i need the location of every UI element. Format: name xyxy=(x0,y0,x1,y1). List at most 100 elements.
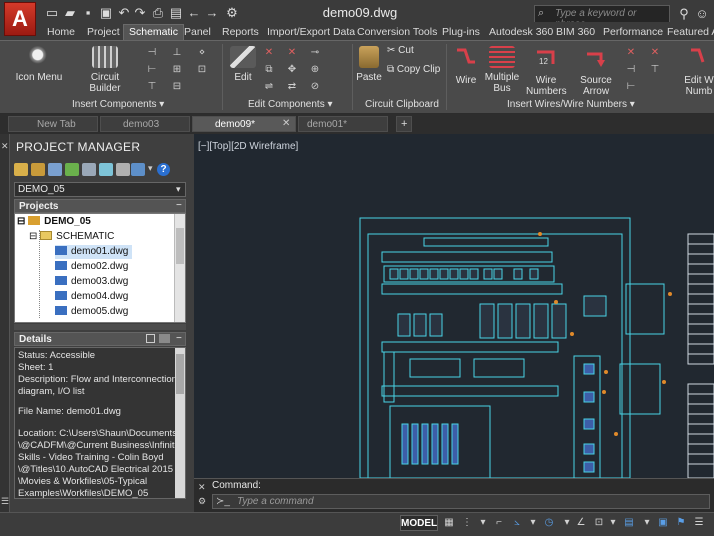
paste-button[interactable]: Paste xyxy=(354,46,384,83)
undo-icon[interactable]: ↶ xyxy=(116,5,132,21)
scoot-icon[interactable]: ✕ xyxy=(285,47,299,59)
annotation-scale-icon[interactable]: ⚑ xyxy=(674,516,688,530)
customization-icon[interactable]: ☰ xyxy=(692,516,706,530)
new-tab-plus-button[interactable]: + xyxy=(396,116,412,132)
tab-conversion-tools[interactable]: Conversion Tools xyxy=(357,26,437,40)
save-as-icon[interactable]: ▣ xyxy=(98,5,114,21)
redo-icon[interactable]: ↷ xyxy=(132,5,148,21)
dropdown-icon[interactable]: ▾ xyxy=(526,516,540,530)
binoculars-icon[interactable]: ⚲ xyxy=(676,6,692,22)
project-select[interactable]: DEMO_05 xyxy=(14,182,186,197)
copy-clip-button[interactable]: ⧉ Copy Clip xyxy=(387,64,440,75)
small-tool-icon[interactable]: ⊢ xyxy=(145,64,159,76)
new-icon[interactable]: ▭ xyxy=(44,5,60,21)
new-project-icon[interactable] xyxy=(31,163,45,176)
transparency-icon[interactable]: ▣ xyxy=(656,516,670,530)
retag-icon[interactable]: ⊘ xyxy=(308,81,322,93)
dropdown-icon[interactable]: ▾ xyxy=(560,516,574,530)
move-component-icon[interactable]: ✥ xyxy=(285,64,299,76)
multiple-bus-button[interactable]: Multiple Bus xyxy=(484,46,520,94)
surfer-icon[interactable] xyxy=(131,163,145,176)
object-snap-icon[interactable]: ⊡ xyxy=(592,516,606,530)
splitter[interactable] xyxy=(14,324,186,330)
dropdown-icon[interactable]: ▾ xyxy=(476,516,490,530)
drawing-properties-icon[interactable] xyxy=(116,163,130,176)
palette-close-icon[interactable]: ✕ xyxy=(1,141,9,152)
scrollbar-thumb[interactable] xyxy=(176,228,184,264)
new-drawing-icon[interactable] xyxy=(48,163,62,176)
doc-tab-demo03[interactable]: demo03 xyxy=(100,116,190,132)
close-tab-icon[interactable]: ✕ xyxy=(282,118,290,129)
polar-icon[interactable]: ⦣ xyxy=(510,516,524,530)
small-tool-icon[interactable]: ⊣ xyxy=(624,64,638,76)
tab-plug-ins[interactable]: Plug-ins xyxy=(442,26,480,40)
small-tool-icon[interactable]: ⊡ xyxy=(195,64,209,76)
ortho-icon[interactable]: ⌐ xyxy=(492,516,506,530)
command-input[interactable]: Type a command xyxy=(212,494,710,509)
palette-grip[interactable] xyxy=(0,134,10,512)
project-tasks-icon[interactable] xyxy=(82,163,96,176)
small-tool-icon[interactable]: ⊞ xyxy=(170,64,184,76)
plot-icon[interactable]: ▤ xyxy=(168,5,184,21)
command-close-icon[interactable]: ✕ xyxy=(198,482,206,493)
tree-file-node[interactable]: demo03.dwg xyxy=(55,275,128,289)
small-tool-icon[interactable]: ⊣ xyxy=(145,47,159,59)
doc-tab-new-tab[interactable]: New Tab xyxy=(8,116,98,132)
details-scrollbar[interactable] xyxy=(175,348,185,498)
small-tool-icon[interactable]: ⊟ xyxy=(170,81,184,93)
tab-autodesk-360[interactable]: Autodesk 360 xyxy=(489,26,553,40)
edit-button[interactable]: Edit xyxy=(228,46,258,83)
model-space-button[interactable]: MODEL xyxy=(400,515,438,531)
projects-section-header[interactable]: Projects xyxy=(14,199,186,213)
tab-bim-360[interactable]: BIM 360 xyxy=(556,26,595,40)
lineweight-icon[interactable]: ▤ xyxy=(622,516,636,530)
small-tool-icon[interactable]: ⊤ xyxy=(145,81,159,93)
tab-schematic[interactable]: Schematic xyxy=(123,24,185,41)
dropdown-icon[interactable]: ▾ xyxy=(606,516,620,530)
thumbnail-view-icon[interactable] xyxy=(159,334,170,343)
tab-import-export-data[interactable]: Import/Export Data xyxy=(267,26,355,40)
save-icon[interactable]: ▪ xyxy=(80,5,96,21)
help-icon[interactable]: ? xyxy=(157,163,170,176)
palette-properties-icon[interactable]: ☰ xyxy=(1,496,9,507)
edit-wire-number-button[interactable]: Edit W Numb xyxy=(682,46,714,97)
small-tool-icon[interactable]: ⊤ xyxy=(648,64,662,76)
open-project-icon[interactable] xyxy=(14,163,28,176)
open-icon[interactable]: ▰ xyxy=(62,5,78,21)
doc-tab-demo09[interactable]: demo09* xyxy=(192,116,296,132)
command-settings-icon[interactable]: ⚙ xyxy=(198,496,206,507)
scrollbar-thumb[interactable] xyxy=(176,354,184,394)
wire-button[interactable]: Wire xyxy=(452,46,480,86)
panel-title-insert-components[interactable]: Insert Components ▾ xyxy=(72,99,164,110)
small-tool-icon[interactable]: ✕ xyxy=(624,47,638,59)
collapse-icon[interactable]: − xyxy=(176,200,182,211)
tree-file-node[interactable]: demo01.dwg xyxy=(55,245,133,259)
wire-numbers-button[interactable]: 12 Wire Numbers xyxy=(526,46,567,97)
small-tool-icon[interactable]: ⊥ xyxy=(170,47,184,59)
panel-title-insert-wires[interactable]: Insert Wires/Wire Numbers ▾ xyxy=(507,99,635,110)
reverse-icon[interactable]: ⇄ xyxy=(285,81,299,93)
forward-icon[interactable]: → xyxy=(204,5,220,21)
small-tool-icon[interactable]: ⋄ xyxy=(195,47,209,59)
project-properties-icon[interactable] xyxy=(99,163,113,176)
collapse-icon[interactable]: − xyxy=(176,333,182,344)
more-tools-dropdown-icon[interactable]: ▾ xyxy=(148,163,153,174)
object-snap-tracking-icon[interactable]: ∠ xyxy=(574,516,588,530)
tab-panel[interactable]: Panel xyxy=(184,26,211,40)
tab-reports[interactable]: Reports xyxy=(222,26,259,40)
tree-project-node[interactable]: ⊟ DEMO_05 xyxy=(17,215,91,229)
small-tool-icon[interactable]: ✕ xyxy=(648,47,662,59)
circuit-builder-button[interactable]: Circuit Builder xyxy=(74,46,136,94)
chevron-down-icon[interactable]: ▾ xyxy=(176,184,181,195)
source-arrow-button[interactable]: Source Arrow xyxy=(578,46,614,97)
align-icon[interactable]: ⇌ xyxy=(262,81,276,93)
back-icon[interactable]: ← xyxy=(186,5,202,21)
tree-file-node[interactable]: demo02.dwg xyxy=(55,260,128,274)
doc-tab-demo01[interactable]: demo01* xyxy=(298,116,388,132)
attribute-icon[interactable]: ⊕ xyxy=(308,64,322,76)
refresh-icon[interactable] xyxy=(65,163,79,176)
panel-title-edit-components[interactable]: Edit Components ▾ xyxy=(248,99,333,110)
tree-folder-node[interactable]: ⊟ SCHEMATIC xyxy=(29,230,114,244)
details-view-icon[interactable] xyxy=(146,334,155,343)
tab-home[interactable]: Home xyxy=(47,26,75,40)
